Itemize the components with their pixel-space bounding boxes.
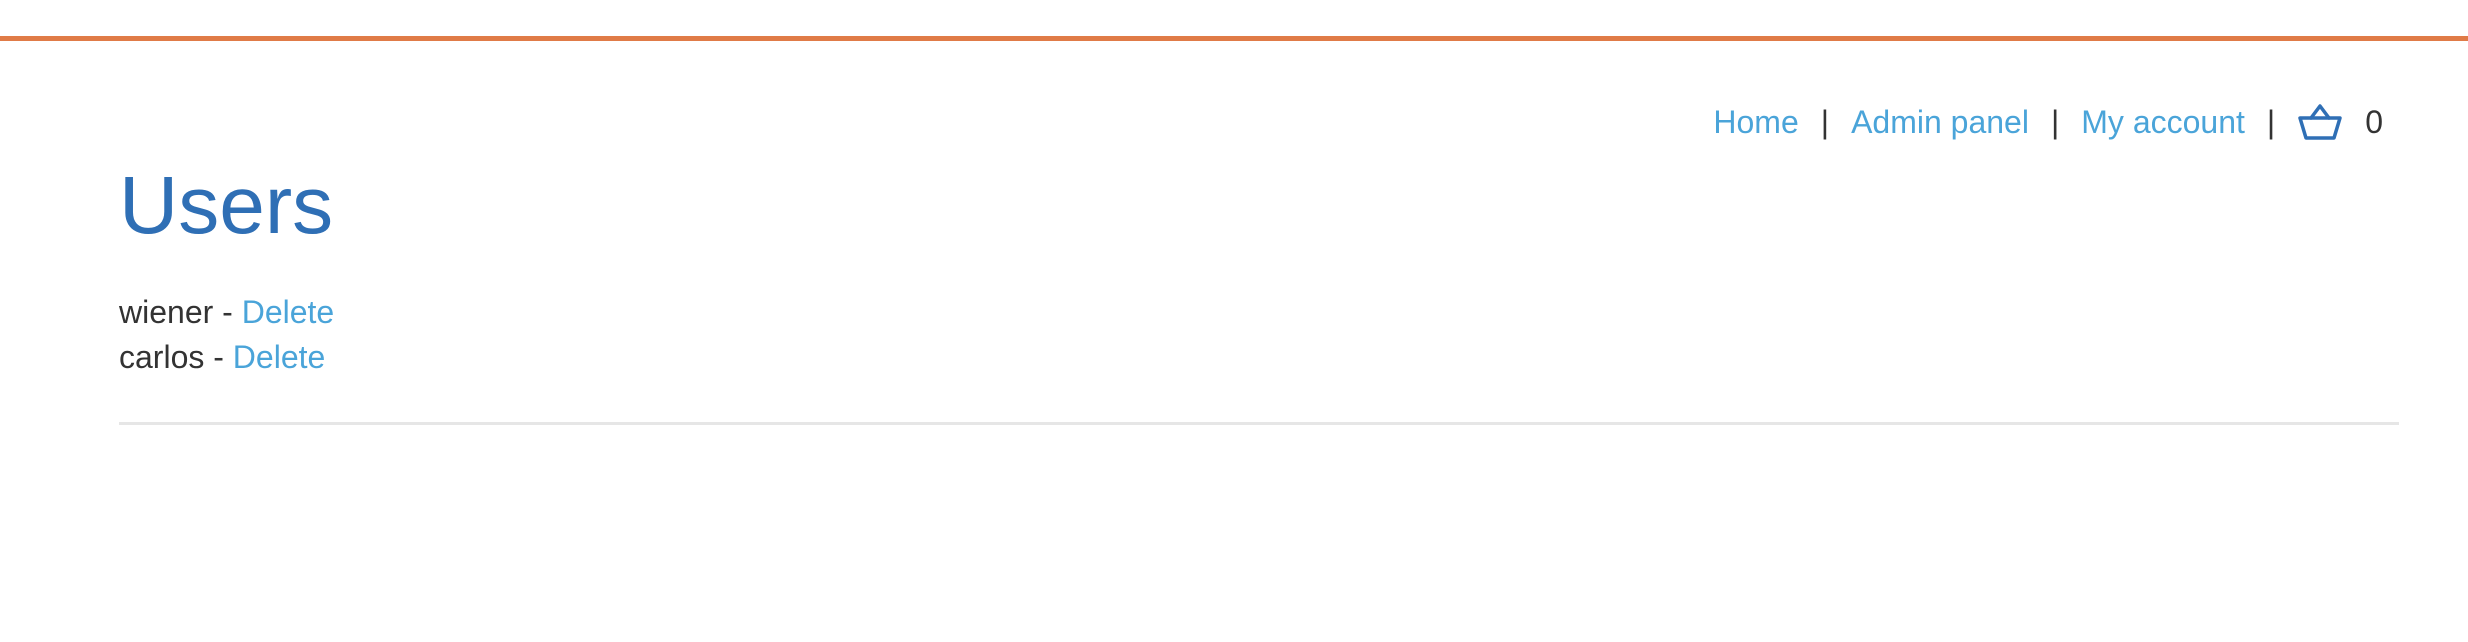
delete-wiener-link[interactable]: Delete — [242, 294, 335, 330]
cart-link[interactable]: 0 — [2297, 102, 2383, 142]
nav-separator: | — [1820, 104, 1830, 140]
nav-separator: | — [2266, 104, 2276, 140]
username: carlos — [119, 339, 205, 375]
user-row-wiener: wiener - Delete — [119, 290, 334, 335]
header-accent-bar — [0, 36, 2468, 41]
delete-carlos-link[interactable]: Delete — [233, 339, 326, 375]
nav-home-link[interactable]: Home — [1713, 102, 1798, 142]
cart-count: 0 — [2365, 104, 2383, 140]
page-title: Users — [119, 160, 334, 251]
name-separator: - — [213, 294, 242, 330]
content-divider — [119, 422, 2399, 425]
nav-my-account-link[interactable]: My account — [2081, 102, 2245, 142]
user-row-carlos: carlos - Delete — [119, 335, 334, 380]
nav-admin-panel-link[interactable]: Admin panel — [1851, 102, 2029, 142]
top-navigation: Home | Admin panel | My account | 0 — [1713, 102, 2383, 142]
username: wiener — [119, 294, 214, 330]
nav-separator: | — [2050, 104, 2060, 140]
basket-icon — [2297, 102, 2343, 142]
name-separator: - — [204, 339, 233, 375]
user-list: wiener - Delete carlos - Delete — [119, 290, 334, 380]
